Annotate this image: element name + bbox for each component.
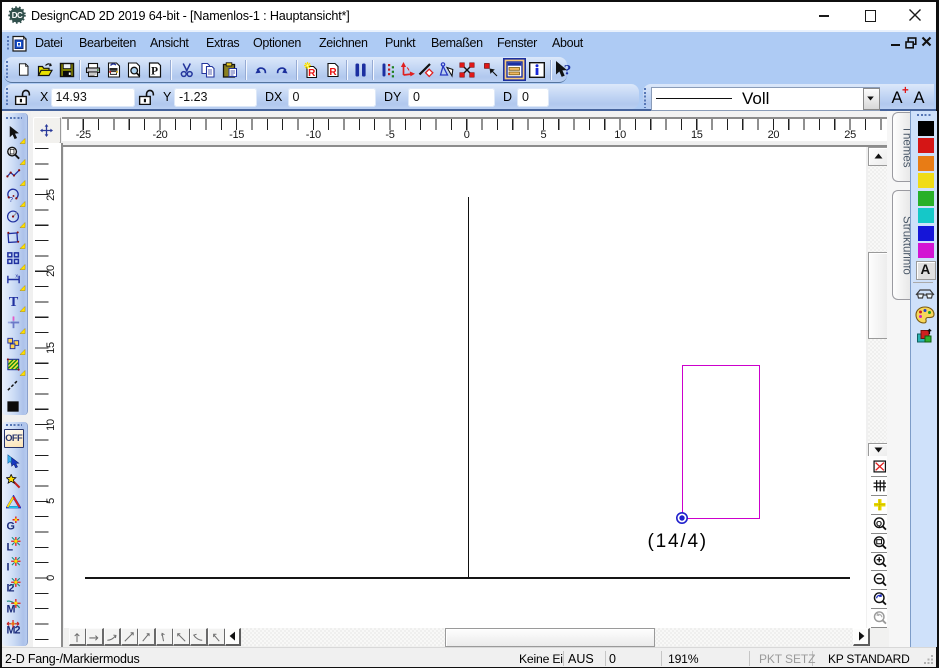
- svg-text:P: P: [151, 66, 158, 78]
- svg-text:R: R: [308, 68, 316, 78]
- svg-text:Q: Q: [876, 518, 882, 527]
- svg-text:R: R: [329, 67, 337, 78]
- svg-text:?: ?: [9, 195, 13, 203]
- svg-text:G: G: [6, 520, 14, 530]
- svg-text:x: x: [15, 274, 18, 280]
- svg-text:T: T: [9, 295, 19, 309]
- svg-text:I: I: [6, 562, 9, 572]
- svg-text:?: ?: [564, 63, 572, 79]
- svg-text:L: L: [6, 541, 13, 551]
- svg-text:M: M: [6, 604, 15, 614]
- svg-text:DC: DC: [12, 11, 23, 20]
